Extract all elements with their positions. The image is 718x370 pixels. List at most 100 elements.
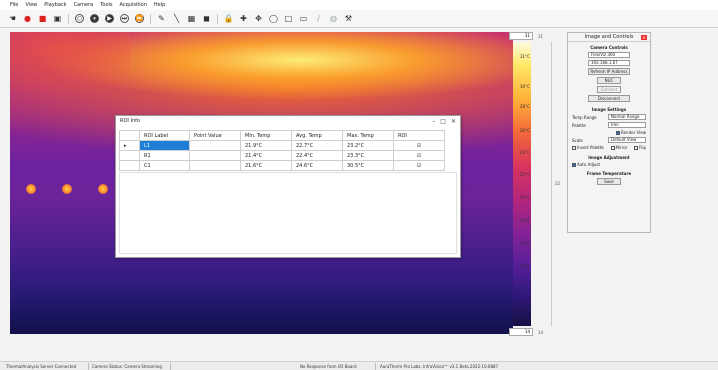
- heat-spot: [62, 184, 72, 194]
- cell-max-temp[interactable]: 23.2°C: [342, 140, 394, 151]
- play-icon[interactable]: ▶: [105, 14, 114, 23]
- flip-checkbox[interactable]: Flip: [633, 145, 646, 150]
- move-icon[interactable]: ✥: [254, 14, 263, 23]
- render-view-row: Render View: [568, 130, 650, 135]
- camera-model-select[interactable]: FlexiViz 360: [588, 52, 630, 58]
- circle-icon[interactable]: ○: [75, 14, 84, 23]
- cell-min-temp[interactable]: 21.4°C: [240, 150, 292, 161]
- nuc-row: NUC: [568, 77, 650, 84]
- cell-point-value[interactable]: [189, 140, 241, 151]
- cell-roi-checkbox[interactable]: ☑: [393, 140, 445, 151]
- cell-min-temp[interactable]: 21.9°C: [240, 140, 292, 151]
- col-roi[interactable]: ROI: [393, 130, 445, 141]
- menu-file[interactable]: File: [10, 2, 18, 8]
- cell-roi-label[interactable]: C1: [139, 160, 190, 171]
- menu-playback[interactable]: Playback: [44, 2, 66, 8]
- scale-tick: 28°C: [520, 104, 530, 109]
- rect-roi-icon[interactable]: ▭: [299, 14, 308, 23]
- flip-label: Flip: [638, 145, 646, 150]
- col-max-temp[interactable]: Max. Temp: [342, 130, 394, 141]
- snapshot-icon[interactable]: ▣: [53, 14, 62, 23]
- cell-roi-checkbox[interactable]: ☑: [393, 150, 445, 161]
- scale-tick: 22°C: [520, 172, 530, 177]
- cell-max-temp[interactable]: 23.3°C: [342, 150, 394, 161]
- settings-icon[interactable]: ⚒: [344, 14, 353, 23]
- table-row[interactable]: R1 21.4°C 22.4°C 23.3°C ☑: [119, 150, 445, 161]
- menu-bar: File View Playback Camera Tools Acquisit…: [0, 0, 718, 10]
- menu-view[interactable]: View: [25, 2, 37, 8]
- cell-avg-temp[interactable]: 24.6°C: [291, 160, 343, 171]
- menu-help[interactable]: Help: [154, 2, 165, 8]
- col-roi-label[interactable]: ROI Label: [139, 130, 190, 141]
- nuc-button[interactable]: NUC: [597, 77, 621, 84]
- scale-tick: 14°C: [520, 264, 530, 269]
- close-icon[interactable]: ✕: [451, 118, 456, 125]
- menu-camera[interactable]: Camera: [74, 2, 94, 8]
- cell-roi-label[interactable]: R1: [139, 150, 190, 161]
- ip-address-select[interactable]: 192.168.1.67: [588, 60, 630, 66]
- ip-address-row: 192.168.1.67: [568, 60, 650, 66]
- col-min-temp[interactable]: Min. Temp: [240, 130, 292, 141]
- col-avg-temp[interactable]: Avg. Temp: [291, 130, 343, 141]
- cell-point-value[interactable]: [189, 150, 241, 161]
- camera-controls-heading: Camera Controls: [590, 45, 628, 50]
- row-pointer-icon: ▸: [119, 140, 140, 151]
- lock-icon[interactable]: 🔒: [224, 14, 234, 23]
- temp-range-select[interactable]: Normal Range: [608, 114, 646, 120]
- image-settings-heading: Image Settings: [591, 107, 627, 112]
- panel-titlebar[interactable]: Image and Controls ✕: [568, 33, 650, 42]
- palette-select[interactable]: Iron: [608, 122, 646, 128]
- disconnect-button[interactable]: Disconnect: [588, 95, 630, 102]
- area-icon[interactable]: ▦: [187, 14, 196, 23]
- row-header-cell: [119, 130, 140, 141]
- spot-icon[interactable]: ◼: [202, 14, 211, 23]
- refresh-ip-button[interactable]: Refresh IP Address: [588, 68, 630, 75]
- roi-window-titlebar[interactable]: ROI Info – □ ✕: [116, 116, 460, 126]
- render-view-checkbox[interactable]: Render View: [615, 130, 646, 135]
- cell-avg-temp[interactable]: 22.7°C: [291, 140, 343, 151]
- scale-slider-track[interactable]: [551, 42, 552, 326]
- palette-icon[interactable]: ◍: [329, 14, 338, 23]
- table-row[interactable]: ▸ L1 21.9°C 22.7°C 23.2°C ☑: [119, 140, 445, 151]
- menu-tools[interactable]: Tools: [100, 2, 112, 8]
- last-icon[interactable]: ⏩: [135, 14, 144, 23]
- connect-button[interactable]: Connect: [597, 86, 621, 93]
- pen-icon[interactable]: ✎: [157, 14, 166, 23]
- hand-icon[interactable]: ☚: [8, 14, 17, 23]
- roi-window-title: ROI Info: [120, 118, 140, 124]
- stop-icon[interactable]: ■: [38, 14, 47, 23]
- save-row: Save: [568, 178, 650, 185]
- cell-roi-label[interactable]: L1: [139, 140, 190, 151]
- status-bar: ThermalAnalysis Server Connected Camera …: [0, 361, 718, 370]
- square-roi-icon[interactable]: □: [284, 14, 293, 23]
- palette-row: Palette Iron: [568, 122, 650, 128]
- cell-min-temp[interactable]: 21.6°C: [240, 160, 292, 171]
- scale-max-field[interactable]: 31: [509, 32, 533, 40]
- target-icon[interactable]: ✚: [239, 14, 248, 23]
- save-button[interactable]: Save: [597, 178, 621, 185]
- col-point-value[interactable]: Point Value: [189, 130, 241, 141]
- next-icon[interactable]: ⏭: [120, 14, 129, 23]
- cell-max-temp[interactable]: 30.5°C: [342, 160, 394, 171]
- circle-roi-icon[interactable]: ◯: [269, 14, 278, 23]
- erase-icon[interactable]: ∕: [314, 14, 323, 23]
- checkbox-icon: [572, 146, 576, 150]
- close-icon[interactable]: ✕: [641, 35, 647, 40]
- cell-avg-temp[interactable]: 22.4°C: [291, 150, 343, 161]
- cell-point-value[interactable]: [189, 160, 241, 171]
- pause-icon[interactable]: ⏸: [90, 14, 99, 23]
- table-row[interactable]: C1 21.6°C 24.6°C 30.5°C ☑: [119, 160, 445, 171]
- scale-min-field[interactable]: 14: [509, 328, 533, 336]
- scale-select[interactable]: Default View: [608, 137, 646, 143]
- invert-palette-checkbox[interactable]: Invert Palette: [572, 145, 604, 150]
- menu-acquisition[interactable]: Acquisition: [120, 2, 147, 8]
- mirror-checkbox[interactable]: Mirror: [610, 145, 627, 150]
- maximize-icon[interactable]: □: [440, 118, 446, 125]
- checkbox-icon: [633, 146, 638, 150]
- cell-roi-checkbox[interactable]: ☑: [393, 160, 445, 171]
- toolbar: ☚ ● ■ ▣ ○ ⏸ ▶ ⏭ ⏩ ✎ ╲ ▦ ◼ 🔒 ✚ ✥ ◯ □ ▭ ∕ …: [0, 10, 718, 28]
- minimize-icon[interactable]: –: [432, 118, 435, 125]
- auto-adjust-checkbox[interactable]: Auto Adjust: [572, 162, 600, 167]
- record-icon[interactable]: ●: [23, 14, 32, 23]
- line-icon[interactable]: ╲: [172, 14, 181, 23]
